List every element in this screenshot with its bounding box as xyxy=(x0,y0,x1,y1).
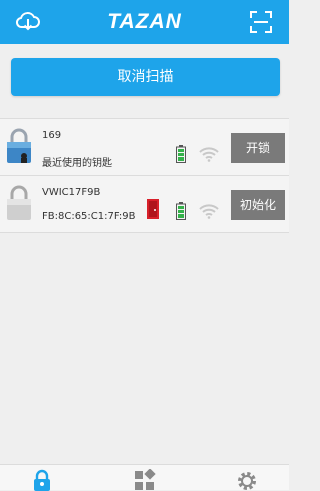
device-name: 169 xyxy=(42,130,62,141)
initialize-button[interactable]: 初始化 xyxy=(231,190,285,220)
tab-lock-icon[interactable] xyxy=(30,469,54,491)
padlock-recent-icon xyxy=(7,128,31,163)
app-header: TAZAN xyxy=(0,0,289,44)
bottom-tab-bar xyxy=(0,464,289,491)
device-mac-address: FB:8C:65:C1:7F:9B xyxy=(42,211,136,222)
scan-frame-icon[interactable] xyxy=(248,9,274,35)
red-door-icon xyxy=(147,199,159,219)
unlock-button[interactable]: 开锁 xyxy=(231,133,285,163)
device-row[interactable]: 169 最近使用的钥匙 开锁 xyxy=(0,118,289,175)
battery-full-icon xyxy=(176,145,186,163)
wifi-signal-icon xyxy=(199,147,219,162)
tab-apps-grid-icon[interactable] xyxy=(133,469,157,491)
device-row[interactable]: VWIC17F9B FB:8C:65:C1:7F:9B 初始化 xyxy=(0,175,289,233)
brand-logo: TAZAN xyxy=(107,10,182,33)
device-name: VWIC17F9B xyxy=(42,187,101,198)
device-list: 169 最近使用的钥匙 开锁 VWIC17F9B FB:8C:65:C1:7F:… xyxy=(0,118,289,233)
device-subtitle: 最近使用的钥匙 xyxy=(42,158,112,169)
cancel-scan-button[interactable]: 取消扫描 xyxy=(11,58,280,96)
tab-settings-gear-icon[interactable] xyxy=(235,469,259,491)
battery-full-icon xyxy=(176,202,186,220)
padlock-icon xyxy=(7,185,31,220)
wifi-signal-icon xyxy=(199,204,219,219)
